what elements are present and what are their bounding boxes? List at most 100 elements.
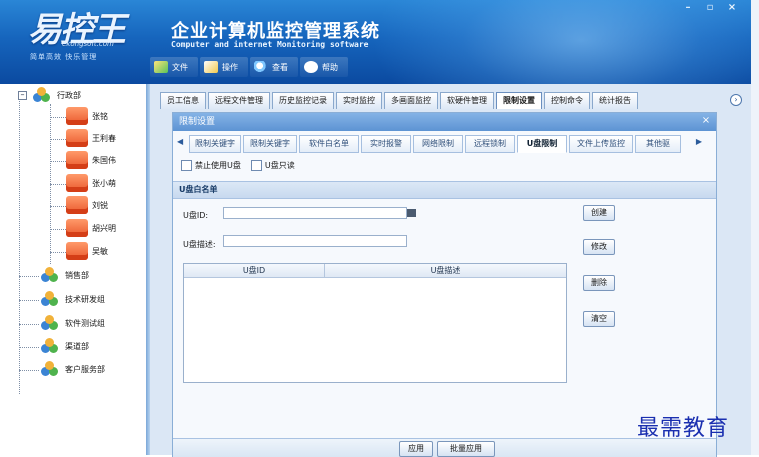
subtab-realtime-alarm[interactable]: 实时报警 xyxy=(361,135,411,153)
tree-user-2[interactable]: 王利春 xyxy=(66,129,116,147)
create-button[interactable]: 创建 xyxy=(583,205,615,221)
app-window: 易控王 ekongsoft.com 简单高效 快乐管理 企业计算机监控管理系统 … xyxy=(0,0,759,457)
title-bar: 易控王 ekongsoft.com 简单高效 快乐管理 企业计算机监控管理系统 … xyxy=(0,0,751,84)
toolbar-help[interactable]: 帮助 xyxy=(300,57,348,77)
group-icon xyxy=(39,267,61,283)
scroll-right-icon[interactable]: ▶ xyxy=(696,137,702,146)
tree-user-label: 刘锐 xyxy=(92,200,108,210)
tree-node-root[interactable]: – 行政部 xyxy=(18,86,81,104)
tab-realtime[interactable]: 实时监控 xyxy=(336,92,382,109)
tree-user-1[interactable]: 张铭 xyxy=(66,107,108,125)
checkbox-label: 禁止使用U盘 xyxy=(195,161,241,170)
main-area: 员工信息 远程文件管理 历史监控记录 实时监控 多画面监控 软硬件管理 限制设置… xyxy=(150,84,751,457)
group-icon xyxy=(39,361,61,377)
usb-readonly-checkbox[interactable]: U盘只读 xyxy=(250,160,295,171)
collapse-icon[interactable]: – xyxy=(18,90,27,100)
tree-group-label: 客户服务部 xyxy=(65,364,105,374)
toolbar-file-label: 文件 xyxy=(172,62,188,72)
tab-statistics[interactable]: 统计报告 xyxy=(592,92,638,109)
usb-id-input[interactable] xyxy=(223,207,407,219)
checkbox-label: U盘只读 xyxy=(264,161,295,170)
close-button[interactable]: × xyxy=(721,0,743,16)
usb-options: 禁止使用U盘 U盘只读 xyxy=(181,160,295,171)
tab-employee-info[interactable]: 员工信息 xyxy=(160,92,206,109)
subtab-software-whitelist[interactable]: 软件白名单 xyxy=(299,135,359,153)
toolbar-help-label: 帮助 xyxy=(322,62,338,72)
modify-button[interactable]: 修改 xyxy=(583,239,615,255)
tree-user-6[interactable]: 胡兴明 xyxy=(66,219,116,237)
subtab-other-drives[interactable]: 其他驱 xyxy=(635,135,681,153)
tree-group-channel[interactable]: 渠道部 xyxy=(39,337,89,355)
tab-history[interactable]: 历史监控记录 xyxy=(272,92,334,109)
subtab-keyword-1[interactable]: 限制关键字 xyxy=(189,135,241,153)
column-usb-id[interactable]: U盘ID xyxy=(184,264,324,277)
usb-whitelist-table[interactable]: U盘ID U盘描述 xyxy=(183,263,567,383)
toolbar-operate-label: 操作 xyxy=(222,62,238,72)
bottom-bar: 应用 批量应用 xyxy=(173,438,716,457)
tree-user-5[interactable]: 刘锐 xyxy=(66,196,108,214)
tree-user-label: 张小萌 xyxy=(92,178,116,188)
tab-control-commands[interactable]: 控制命令 xyxy=(544,92,590,109)
logo-slogan: 简单高效 快乐管理 xyxy=(30,53,98,61)
section-title: U盘白名单 xyxy=(179,185,218,194)
tree-user-7[interactable]: 吴敏 xyxy=(66,242,108,260)
logo-url: ekongsoft.com xyxy=(62,40,114,48)
user-icon xyxy=(66,107,88,125)
tree-user-4[interactable]: 张小萌 xyxy=(66,174,116,192)
tree-group-support[interactable]: 客户服务部 xyxy=(39,360,105,378)
browse-icon[interactable] xyxy=(407,209,416,217)
user-icon xyxy=(66,219,88,237)
delete-button[interactable]: 删除 xyxy=(583,275,615,291)
tree-group-label: 销售部 xyxy=(65,270,89,280)
user-icon xyxy=(66,242,88,260)
tree-group-sales[interactable]: 销售部 xyxy=(39,266,89,284)
watermark: 最需教育 xyxy=(637,416,730,441)
restriction-panel: 限制设置 × ◀ 限制关键字 限制关键字 软件白名单 实时报警 网络限制 远程锁… xyxy=(172,112,717,457)
group-icon xyxy=(39,315,61,331)
tab-restriction-settings[interactable]: 限制设置 xyxy=(496,92,542,109)
usb-desc-input[interactable] xyxy=(223,235,407,247)
tree-group-qa[interactable]: 软件测试组 xyxy=(39,314,105,332)
tree-user-label: 张铭 xyxy=(92,111,108,121)
tab-hardware-software[interactable]: 软硬件管理 xyxy=(440,92,494,109)
file-icon xyxy=(154,61,168,73)
checkbox-box[interactable] xyxy=(181,160,192,171)
tree-user-label: 朱国伟 xyxy=(92,155,116,165)
expand-icon[interactable]: › xyxy=(730,94,742,106)
toolbar-operate[interactable]: 操作 xyxy=(200,57,248,77)
tree-user-label: 胡兴明 xyxy=(92,223,116,233)
user-icon xyxy=(66,151,88,169)
tree-group-rd[interactable]: 技术研发组 xyxy=(39,290,105,308)
toolbar-view[interactable]: 查看 xyxy=(250,57,298,77)
subtab-usb-limit[interactable]: U盘限制 xyxy=(517,135,567,153)
disable-usb-checkbox[interactable]: 禁止使用U盘 xyxy=(181,160,241,171)
clear-button[interactable]: 清空 xyxy=(583,311,615,327)
subtab-keyword-2[interactable]: 限制关键字 xyxy=(243,135,297,153)
tab-remote-files[interactable]: 远程文件管理 xyxy=(208,92,270,109)
app-subtitle: Computer and internet Monitoring softwar… xyxy=(171,40,369,49)
usb-whitelist-header: U盘白名单 xyxy=(173,181,716,199)
logo: 易控王 ekongsoft.com 简单高效 快乐管理 xyxy=(0,0,140,84)
toolbar-file[interactable]: 文件 xyxy=(150,57,198,77)
tree-group-label: 技术研发组 xyxy=(65,294,105,304)
checkbox-box[interactable] xyxy=(250,160,262,171)
tree-group-label: 渠道部 xyxy=(65,341,89,351)
column-usb-desc[interactable]: U盘描述 xyxy=(325,264,566,277)
maximize-button[interactable]: ▫ xyxy=(699,0,721,16)
subtab-file-upload[interactable]: 文件上传监控 xyxy=(569,135,633,153)
toolbar: 文件 操作 查看 帮助 xyxy=(150,57,348,77)
panel-close-icon[interactable]: × xyxy=(700,115,712,127)
sub-tabs: ◀ 限制关键字 限制关键字 软件白名单 实时报警 网络限制 远程锁制 U盘限制 … xyxy=(173,135,716,153)
subtab-network-limit[interactable]: 网络限制 xyxy=(413,135,463,153)
minimize-button[interactable]: – xyxy=(677,0,699,16)
scroll-left-icon[interactable]: ◀ xyxy=(177,137,183,146)
toolbar-view-label: 查看 xyxy=(272,62,288,72)
department-tree: – 行政部 张铭 王利春 朱国伟 张小萌 刘锐 胡兴明 吴敏 销售部 技术研发组… xyxy=(0,84,147,455)
main-tabs: 员工信息 远程文件管理 历史监控记录 实时监控 多画面监控 软硬件管理 限制设置… xyxy=(160,92,640,110)
usb-id-label: U盘ID: xyxy=(183,211,209,220)
group-icon xyxy=(31,87,53,103)
subtab-remote-lock[interactable]: 远程锁制 xyxy=(465,135,515,153)
tree-user-3[interactable]: 朱国伟 xyxy=(66,151,116,169)
tab-multiscreen[interactable]: 多画面监控 xyxy=(384,92,438,109)
group-icon xyxy=(39,291,61,307)
